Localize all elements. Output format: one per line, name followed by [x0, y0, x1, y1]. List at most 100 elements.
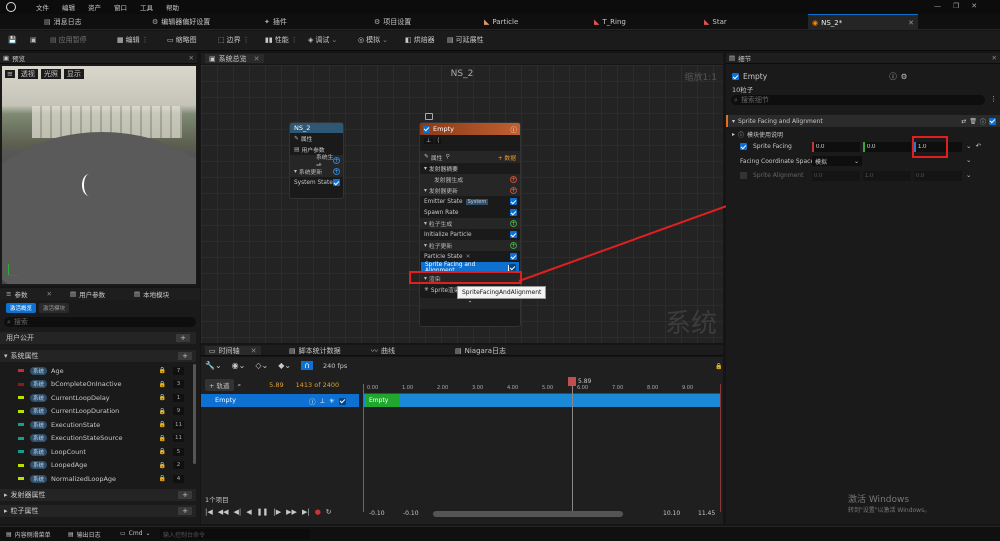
cmd-icon: ▭	[120, 530, 126, 537]
close-icon[interactable]: ✕	[992, 54, 997, 62]
coord-space-label: Facing Coordinate Space	[740, 158, 815, 165]
chevron-down-icon[interactable]: ▾	[732, 118, 735, 125]
timeline-tab-bar: ▭ 时间轴 ✕ ▤ 脚本统计数据 〰曲线 ▤ Niagara日志	[201, 345, 723, 356]
chevron-down-icon[interactable]: ⌄	[966, 142, 971, 150]
particle-count: 10粒子	[732, 86, 754, 94]
sprite-align-y[interactable]	[863, 171, 911, 181]
sprite-facing-y[interactable]	[863, 142, 911, 152]
align-expand-icon[interactable]: ⌄	[966, 171, 971, 179]
details-search-input[interactable]: 搜索细节	[741, 95, 769, 105]
sprite-facing-label: Sprite Facing	[753, 143, 792, 150]
range-start-b[interactable]: -0.10	[403, 510, 419, 517]
sprite-facing-checkbox[interactable]	[740, 143, 747, 150]
track-enabled-checkbox[interactable]	[338, 397, 346, 405]
cmd-selector[interactable]: Cmd	[129, 530, 143, 537]
activate-windows-text: 转到"设置"以激活 Windows。	[848, 507, 931, 514]
keyframe-icon[interactable]: ◇⌄	[255, 361, 268, 370]
details-emitter-checkbox[interactable]	[732, 73, 739, 80]
details-icon: ▤	[729, 54, 736, 62]
content-drawer-button[interactable]: 内容侧滑菜单	[15, 530, 51, 539]
prev-key-icon[interactable]: ◀◀	[218, 508, 229, 516]
track-lane[interactable]	[363, 394, 721, 407]
record-icon[interactable]: ●	[315, 508, 321, 516]
step-forward-icon[interactable]: |▶	[273, 508, 281, 516]
details-emitter-name: Empty	[743, 72, 768, 81]
playhead-line	[572, 377, 573, 512]
sprite-align-z[interactable]	[914, 171, 962, 181]
timeline-icon: ▭	[209, 346, 216, 355]
details-panel: ▤ 细节 ✕ Empty ⓘ ⚙ 10粒子 ⌕ 搜索细节 ⋮ ▾ Sprite Faci…	[726, 53, 1000, 524]
console-input[interactable]: 输入控制台命令	[160, 529, 310, 539]
swap-icon[interactable]: ⇄	[961, 118, 966, 125]
ruler-tick-label: 4.00	[507, 385, 519, 391]
info-icon[interactable]: ⓘ	[980, 117, 986, 126]
snap-icon[interactable]: ◆⌄	[278, 361, 291, 370]
playhead-time: 5.89	[578, 378, 592, 385]
fps-selector[interactable]: 240 fps	[323, 362, 347, 370]
pause-icon[interactable]: ❚❚	[257, 508, 269, 516]
loop-icon[interactable]: ↻	[326, 508, 332, 516]
search-icon: ⌕	[734, 95, 738, 104]
play-reverse-icon[interactable]: ◀	[246, 508, 251, 516]
frame-counter: 5.89	[269, 381, 284, 389]
gear-icon[interactable]: ⚙	[901, 72, 908, 81]
output-log-button[interactable]: 输出日志	[77, 530, 101, 539]
skip-end-icon[interactable]: ▶|	[302, 508, 310, 516]
facing-z-highlight-box	[912, 136, 948, 158]
tab-script-stats[interactable]: 脚本统计数据	[299, 346, 341, 356]
activate-windows-title: 激活 Windows	[848, 495, 910, 505]
info-icon[interactable]: ⓘ	[309, 396, 316, 406]
ruler-ticks: 0.00 1.00 2.00 3.00 4.00 5.00 6.00 7.00 8.00 9.00	[363, 384, 721, 394]
next-key-icon[interactable]: ▶▶	[286, 508, 297, 516]
chevron-right-icon[interactable]: ▸	[732, 131, 735, 138]
details-options-icon[interactable]: ⋮	[990, 95, 997, 103]
tab-curves[interactable]: 曲线	[381, 346, 395, 356]
delete-icon[interactable]: 🗑	[969, 118, 977, 125]
sprite-alignment-label: Sprite Alignment	[753, 172, 804, 179]
curve-icon: 〰	[371, 347, 378, 355]
reset-icon[interactable]: ↶	[975, 142, 980, 150]
ruler-tick-label: 6.00	[577, 385, 589, 391]
wrench-icon[interactable]: 🔧⌄	[205, 361, 222, 370]
sprite-facing-x[interactable]	[812, 142, 860, 152]
playhead-handle[interactable]	[568, 377, 576, 386]
sprite-align-x[interactable]	[812, 171, 860, 181]
range-scrollbar[interactable]	[433, 511, 623, 517]
ruler-tick-label: 7.00	[612, 385, 624, 391]
items-count: 1个项目	[205, 496, 229, 504]
info-icon[interactable]: ⓘ	[889, 71, 897, 82]
log-icon: ▤	[455, 347, 462, 355]
coord-space-dropdown[interactable]: 模拟 ⌄	[812, 156, 862, 166]
chevron-down-icon: ⌄	[853, 157, 859, 165]
sparkle-icon[interactable]: ✳	[329, 397, 334, 405]
details-search[interactable]: ⌕ 搜索细节	[731, 95, 985, 105]
ruler-tick-label: 9.00	[682, 385, 694, 391]
ruler-tick-label: 5.00	[542, 385, 554, 391]
add-track-button[interactable]: + 轨道	[205, 379, 234, 391]
usage-label: 模块使用说明	[747, 132, 784, 139]
timeline-panel: 🔧⌄ ◉⌄ ◇⌄ ◆⌄ ∩ 240 fps + 轨道 ⌕ 5.89 1413 o…	[201, 357, 723, 524]
skip-start-icon[interactable]: |◀	[205, 508, 213, 516]
pin-icon[interactable]: ⊥	[320, 397, 326, 405]
tab-niagara-log[interactable]: Niagara日志	[465, 346, 506, 356]
sprite-alignment-checkbox[interactable]	[740, 172, 747, 179]
track-bar-empty[interactable]: Empty	[365, 394, 399, 407]
range-end-line	[720, 384, 721, 512]
range-start-a[interactable]: -0.10	[369, 510, 385, 517]
ruler-tick-label: 0.00	[367, 385, 379, 391]
eye-icon[interactable]: ◉⌄	[232, 361, 246, 370]
search-icon[interactable]: ⌕	[238, 381, 242, 390]
magnet-button[interactable]: ∩	[301, 361, 313, 370]
module-enabled-checkbox[interactable]	[989, 117, 996, 125]
step-back-icon[interactable]: ◀|	[234, 508, 242, 516]
close-icon[interactable]: ✕	[251, 347, 257, 355]
playback-controls: |◀ ◀◀ ◀| ◀ ❚❚ |▶ ▶▶ ▶| ● ↻	[205, 508, 332, 516]
coord-expand-icon[interactable]: ⌄	[966, 156, 971, 164]
module-title: Sprite Facing and Alignment	[738, 117, 823, 125]
range-end-a[interactable]: 10.10	[663, 510, 680, 517]
lock-icon[interactable]: 🔒	[715, 363, 722, 370]
chevron-down-icon[interactable]: ⌄	[146, 530, 151, 537]
script-stats-icon: ▤	[289, 347, 296, 355]
range-end-b[interactable]: 11.45	[698, 510, 715, 517]
info-icon: ⓘ	[738, 132, 745, 139]
